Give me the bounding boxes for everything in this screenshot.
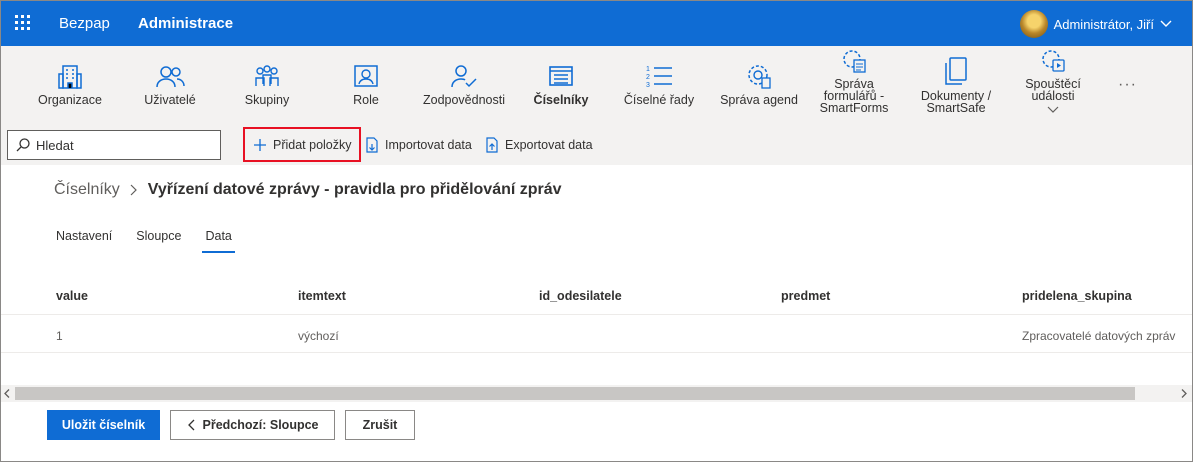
gear-form-icon bbox=[843, 50, 866, 73]
breadcrumb: Číselníky Vyřízení datové zprávy - pravi… bbox=[54, 181, 562, 199]
scroll-left-icon[interactable] bbox=[4, 389, 10, 398]
ribbon-zodpovednosti[interactable]: Zodpovědnosti bbox=[421, 46, 507, 124]
scrollbar-thumb[interactable] bbox=[15, 387, 1135, 400]
gear-document-icon bbox=[748, 65, 771, 89]
chevron-left-icon bbox=[187, 419, 194, 431]
import-file-icon bbox=[366, 137, 378, 153]
ribbon-ciselniky[interactable]: Číselníky bbox=[526, 46, 596, 124]
tab-bar: Nastavení Sloupce Data bbox=[56, 229, 256, 253]
export-data-button[interactable]: Exportovat data bbox=[485, 133, 593, 157]
user-check-icon bbox=[451, 65, 477, 88]
export-file-icon bbox=[486, 137, 498, 153]
ribbon-organizace[interactable]: Organizace bbox=[35, 46, 105, 124]
breadcrumb-parent[interactable]: Číselníky bbox=[54, 181, 120, 199]
avatar bbox=[1019, 10, 1048, 38]
ribbon-sprava-formularu[interactable]: Správa formulářů - SmartForms bbox=[814, 46, 894, 124]
user-name: Administrátor, Jiří bbox=[1053, 16, 1154, 32]
svg-text:2: 2 bbox=[646, 74, 650, 81]
ribbon-role[interactable]: Role bbox=[331, 46, 401, 124]
gear-play-icon bbox=[1042, 50, 1065, 72]
more-options-icon[interactable]: ··· bbox=[1118, 76, 1137, 94]
tab-sloupce[interactable]: Sloupce bbox=[136, 229, 181, 253]
ribbon-sprava-agend[interactable]: Správa agend bbox=[717, 46, 801, 124]
scroll-right-icon[interactable] bbox=[1181, 389, 1187, 398]
list-box-icon bbox=[549, 66, 573, 86]
ribbon-skupiny[interactable]: Skupiny bbox=[232, 46, 302, 124]
previous-button[interactable]: Předchozí: Sloupce bbox=[170, 410, 335, 440]
ribbon-ciselne-rady[interactable]: 123 Číselné řady bbox=[621, 46, 697, 124]
ribbon-toolbar: Organizace Uživatelé Skupiny Role Zodpov… bbox=[1, 46, 1192, 124]
table-cell: Zpracovatelé datových zpráv bbox=[1022, 329, 1176, 343]
numbered-list-icon: 123 bbox=[646, 66, 672, 89]
grid-header: value itemtext id_odesilatele predmet pr… bbox=[1, 273, 1192, 315]
chevron-right-icon bbox=[130, 184, 137, 196]
svg-text:3: 3 bbox=[646, 82, 650, 89]
ribbon-spousteci-udalosti[interactable]: Spouštěcí události bbox=[1015, 46, 1091, 124]
column-header-predmet[interactable]: predmet bbox=[781, 289, 830, 303]
command-bar: Přidat položky Importovat data Exportova… bbox=[1, 124, 1192, 165]
column-header-pridelena-skupina[interactable]: pridelena_skupina bbox=[1022, 289, 1132, 303]
search-input[interactable] bbox=[36, 137, 206, 153]
role-card-icon bbox=[354, 65, 378, 87]
import-data-button[interactable]: Importovat data bbox=[365, 133, 472, 157]
table-row[interactable]: 1 výchozí Zpracovatelé datových zpráv bbox=[1, 315, 1192, 353]
data-grid: value itemtext id_odesilatele predmet pr… bbox=[1, 273, 1192, 353]
brand-link[interactable]: Bezpap bbox=[59, 15, 110, 32]
column-header-id-odesilatele[interactable]: id_odesilatele bbox=[539, 289, 622, 303]
groups-icon bbox=[255, 65, 279, 86]
user-menu[interactable]: Administrátor, Jiří bbox=[1019, 9, 1172, 39]
add-items-button[interactable]: Přidat položky bbox=[253, 133, 352, 157]
search-icon bbox=[16, 138, 30, 152]
table-cell: výchozí bbox=[298, 329, 339, 343]
documents-icon bbox=[945, 57, 967, 85]
page-title: Vyřízení datové zprávy - pravidla pro př… bbox=[147, 181, 562, 198]
save-button[interactable]: Uložit číselník bbox=[47, 410, 160, 440]
plus-icon bbox=[254, 139, 266, 151]
top-bar: Bezpap Administrace Administrátor, Jiří bbox=[1, 1, 1192, 46]
cancel-button[interactable]: Zrušit bbox=[345, 410, 415, 440]
search-box bbox=[7, 130, 221, 160]
app-launcher-icon[interactable] bbox=[15, 15, 31, 31]
ribbon-dokumenty[interactable]: Dokumenty / SmartSafe bbox=[911, 46, 1001, 124]
chevron-down-icon bbox=[1160, 20, 1172, 27]
app-title[interactable]: Administrace bbox=[138, 15, 233, 32]
column-header-itemtext[interactable]: itemtext bbox=[298, 289, 346, 303]
tab-nastaveni[interactable]: Nastavení bbox=[56, 229, 112, 253]
ribbon-uzivatele[interactable]: Uživatelé bbox=[135, 46, 205, 124]
users-icon bbox=[156, 66, 185, 88]
tab-data[interactable]: Data bbox=[202, 229, 236, 253]
footer-actions: Uložit číselník Předchozí: Sloupce Zruši… bbox=[1, 402, 1192, 461]
horizontal-scrollbar[interactable] bbox=[1, 385, 1192, 402]
column-header-value[interactable]: value bbox=[56, 289, 88, 303]
building-icon bbox=[58, 65, 82, 89]
main-content: Číselníky Vyřízení datové zprávy - pravi… bbox=[1, 165, 1192, 395]
chevron-down-icon bbox=[1047, 106, 1059, 113]
svg-text:1: 1 bbox=[646, 66, 650, 73]
table-cell: 1 bbox=[56, 329, 63, 343]
